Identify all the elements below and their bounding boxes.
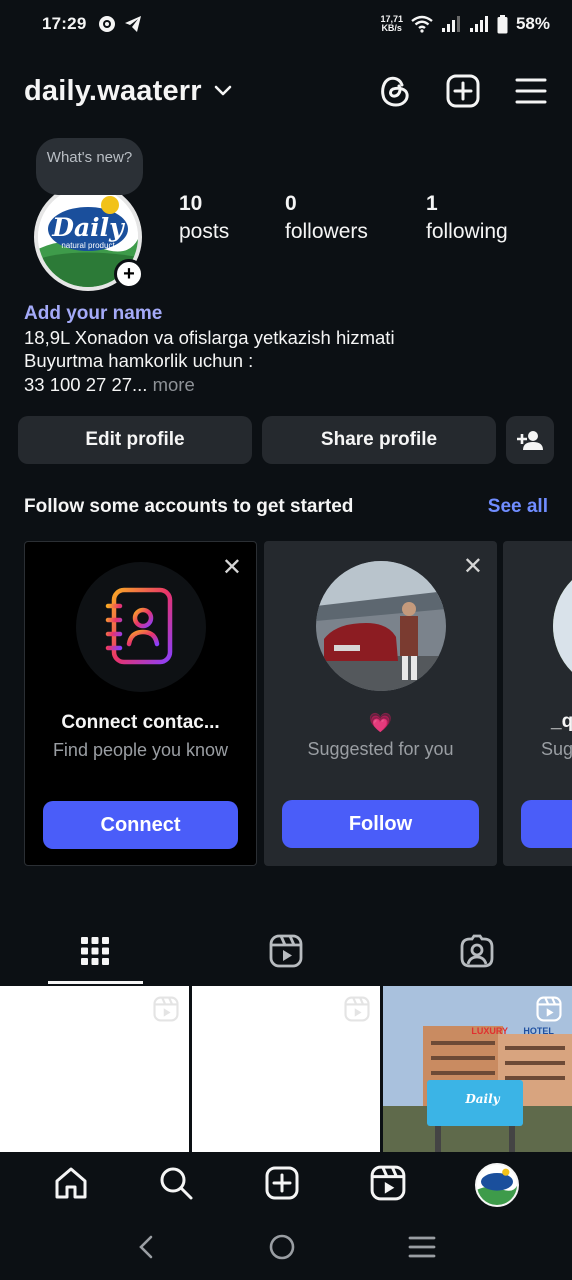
profile-avatar[interactable]: Daily natural product + [34,183,145,291]
recents-icon[interactable] [408,1235,436,1264]
close-icon[interactable]: ✕ [222,556,242,580]
add-person-button[interactable] [506,416,554,464]
billboard-logo: Daily [465,1092,500,1106]
profile-tabs [0,918,572,984]
menu-icon[interactable] [514,74,548,108]
sync-icon [99,16,116,32]
reels-icon [269,934,303,968]
stat-following[interactable]: 1 following [426,190,526,246]
create-icon[interactable] [264,1165,300,1206]
status-time: 17:29 [42,14,87,33]
see-all-link[interactable]: See all [488,496,548,518]
battery-percent: 58% [515,14,550,33]
tab-tagged[interactable] [381,918,572,984]
chevron-down-icon[interactable] [214,85,232,97]
suggested-account-card: _q Sug [503,541,572,866]
wifi-icon [411,15,433,33]
card-subtitle: Sug [541,739,572,759]
card-title: 💗 [368,713,393,734]
home-circle-icon[interactable] [268,1233,296,1266]
connect-button[interactable]: Connect [43,801,238,849]
suggested-account-card: ✕ 💗 Suggested for you Follow [264,541,497,866]
card-subtitle: Suggested for you [307,739,454,759]
edit-profile-button[interactable]: Edit profile [18,416,252,464]
new-post-icon[interactable] [446,74,480,108]
share-profile-button[interactable]: Share profile [262,416,496,464]
post-thumbnail[interactable] [0,986,189,1152]
tab-posts-grid[interactable] [0,918,191,984]
post-thumbnail[interactable] [191,986,381,1152]
connect-contacts-card: ✕ Connect contac... Find people you know… [24,541,257,866]
telegram-icon [125,16,142,32]
profile-actions: Edit profile Share profile [18,416,554,464]
card-title: Connect contac... [61,712,220,733]
reel-badge-icon [536,996,562,1022]
bio-line: 33 100 27 27... [24,373,148,395]
threads-icon[interactable] [378,74,412,108]
net-speed-unit: KB/s [381,23,402,33]
contacts-book-icon [75,562,206,692]
note-bubble[interactable]: What's new? [36,138,143,195]
tab-reels[interactable] [191,918,382,984]
suggestions-title: Follow some accounts to get started [24,496,354,517]
home-icon[interactable] [53,1165,89,1206]
bio-line: Buyurtma hamkorlik uchun : [24,350,254,371]
add-name-link[interactable]: Add your name [24,302,554,326]
avatar-logo-text: Daily [52,213,124,242]
sign-text: LUXURY [471,1026,509,1036]
posts-grid: Daily LUXURY HOTEL [0,986,572,1152]
card-title: _q [551,711,572,732]
stat-posts[interactable]: 10 posts [179,190,285,246]
bio-more-link[interactable]: more [147,374,195,395]
profile-avatar[interactable] [475,1163,520,1207]
signal-icon [469,16,488,32]
add-story-button[interactable]: + [114,259,144,289]
reel-badge-icon [344,996,370,1022]
back-icon[interactable] [136,1234,156,1265]
profile-bio: Add your name 18,9L Xonadon va ofislarga… [24,302,554,396]
sign-text: HOTEL [523,1026,554,1036]
username[interactable]: daily.waaterr [24,75,202,108]
system-nav [0,1218,572,1280]
add-person-icon [517,431,543,450]
tagged-icon [460,934,494,968]
avatar-tagline: natural product [61,241,115,250]
bio-line: 18,9L Xonadon va ofislarga yetkazish hiz… [24,326,395,348]
profile-header: daily.waaterr [0,64,572,118]
battery-icon [497,14,508,33]
post-thumbnail[interactable]: Daily LUXURY HOTEL [383,986,572,1152]
suggestions-header: Follow some accounts to get started See … [24,496,548,518]
reel-badge-icon [153,996,179,1022]
follow-button[interactable] [521,800,572,848]
bottom-nav [0,1152,572,1218]
stat-followers[interactable]: 0 followers [285,190,426,246]
close-icon[interactable]: ✕ [463,555,483,579]
reels-icon[interactable] [370,1165,406,1206]
search-icon[interactable] [158,1165,194,1206]
follow-button[interactable]: Follow [282,800,479,848]
suggested-avatar[interactable] [553,561,572,691]
status-bar: 17:29 17,71 KB/s 58% [0,0,572,48]
suggested-avatar[interactable] [315,561,446,691]
grid-icon [81,937,110,965]
signal-icon [441,16,460,32]
profile-stats: 10 posts 0 followers 1 following [179,190,526,246]
card-subtitle: Find people you know [52,740,229,760]
